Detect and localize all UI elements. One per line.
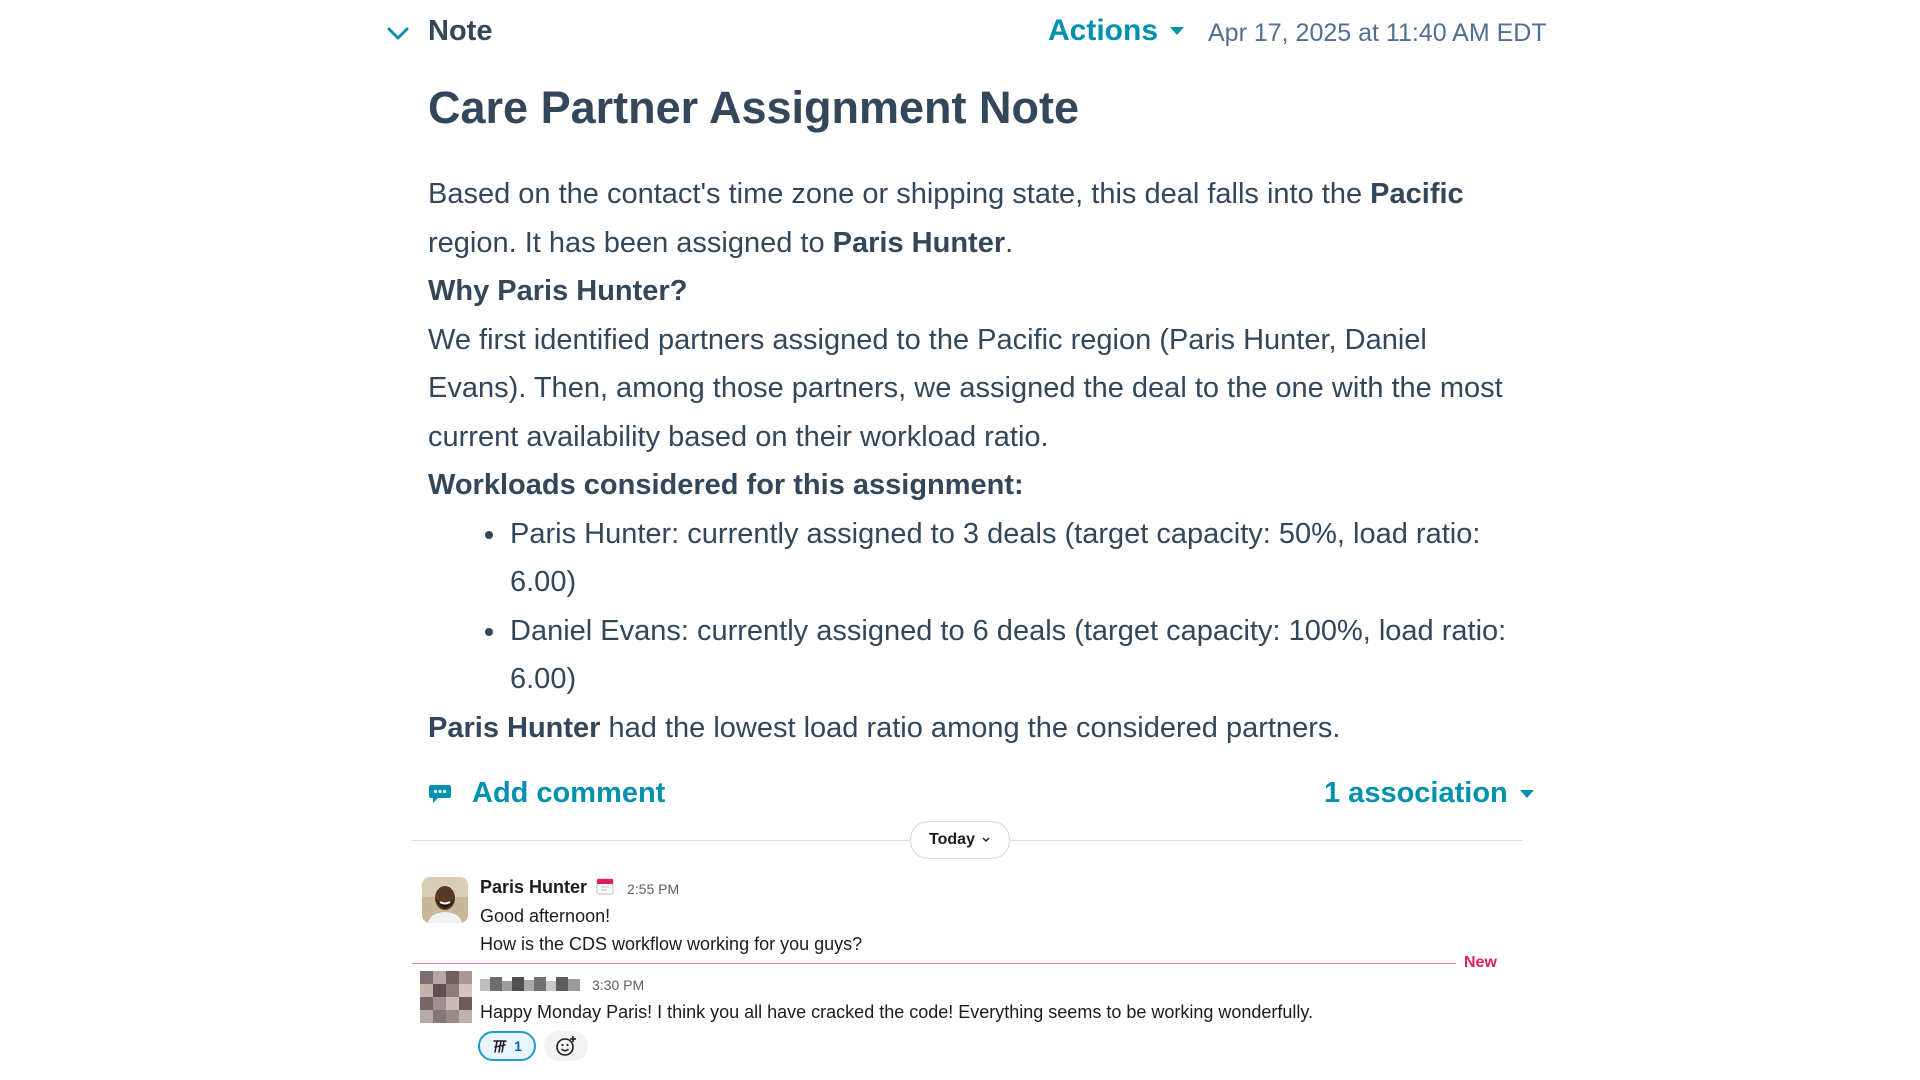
workloads-heading-text: Workloads considered for this assignment… — [428, 469, 1024, 501]
intro-text: . — [1005, 226, 1014, 259]
message-timestamp[interactable]: 2:55 PM — [627, 881, 679, 897]
message-timestamp[interactable]: 3:30 PM — [592, 977, 644, 993]
why-heading: Why Paris Hunter? — [428, 267, 1508, 316]
conclusion-name: Paris Hunter — [428, 711, 601, 744]
message-text: Happy Monday Paris! I think you all have… — [480, 1002, 1314, 1022]
intro-paragraph: Based on the contact's time zone or ship… — [428, 170, 1508, 267]
add-reaction-button[interactable] — [544, 1031, 588, 1061]
reaction-count: 1 — [514, 1038, 522, 1054]
new-messages-label: New — [1464, 954, 1497, 971]
new-messages-divider — [412, 963, 1456, 964]
message-text: How is the CDS workflow working for you … — [480, 934, 863, 954]
region-name: Pacific — [1370, 178, 1464, 210]
workload-item: Paris Hunter: currently assigned to 3 de… — [508, 510, 1508, 607]
date-jump-button[interactable]: Today — [910, 821, 1010, 859]
conclusion-paragraph: Paris Hunter had the lowest load ratio a… — [428, 704, 1508, 753]
association-label: 1 association — [1324, 777, 1508, 809]
chevron-down-icon — [982, 837, 990, 843]
chevron-down-icon[interactable] — [384, 20, 412, 48]
message-text: Good afternoon! — [480, 906, 611, 926]
assignee-name: Paris Hunter — [832, 226, 1006, 259]
custom-emoji-icon — [493, 1040, 507, 1053]
comment-bubble-icon — [429, 784, 451, 803]
actions-label: Actions — [1048, 14, 1159, 47]
note-type-label: Note — [428, 15, 493, 47]
actions-dropdown[interactable]: Actions — [1048, 14, 1185, 48]
workload-item: Daniel Evans: currently assigned to 6 de… — [508, 607, 1508, 704]
message-author[interactable]: Paris Hunter — [480, 877, 587, 898]
calendar-icon — [596, 878, 614, 895]
caret-down-icon — [1519, 789, 1534, 798]
association-dropdown[interactable]: 1 association — [1324, 777, 1534, 810]
note-title: Care Partner Assignment Note — [428, 82, 1080, 133]
workloads-heading: Workloads considered for this assignment… — [428, 461, 1508, 510]
intro-text: region. It has been assigned to — [428, 226, 833, 259]
intro-text: Based on the contact's time zone or ship… — [428, 178, 1371, 210]
avatar[interactable] — [422, 877, 468, 923]
add-reaction-icon — [556, 1036, 576, 1056]
why-paragraph: We first identified partners assigned to… — [428, 323, 1503, 453]
add-comment-label: Add comment — [472, 777, 666, 809]
note-timestamp: Apr 17, 2025 at 11:40 AM EDT — [1208, 19, 1547, 47]
reaction-button[interactable]: 1 — [478, 1031, 536, 1061]
redacted-author-name[interactable] — [480, 975, 582, 995]
date-pill-label: Today — [929, 831, 975, 848]
conclusion-text: had the lowest load ratio among the cons… — [600, 711, 1341, 744]
add-comment-button[interactable]: Add comment — [428, 777, 665, 810]
why-heading-text: Why Paris Hunter? — [428, 275, 688, 307]
workloads-list: Paris Hunter: currently assigned to 3 de… — [428, 510, 1508, 704]
note-body: Based on the contact's time zone or ship… — [428, 170, 1508, 752]
avatar[interactable] — [420, 971, 472, 1023]
caret-down-icon — [1170, 27, 1185, 35]
